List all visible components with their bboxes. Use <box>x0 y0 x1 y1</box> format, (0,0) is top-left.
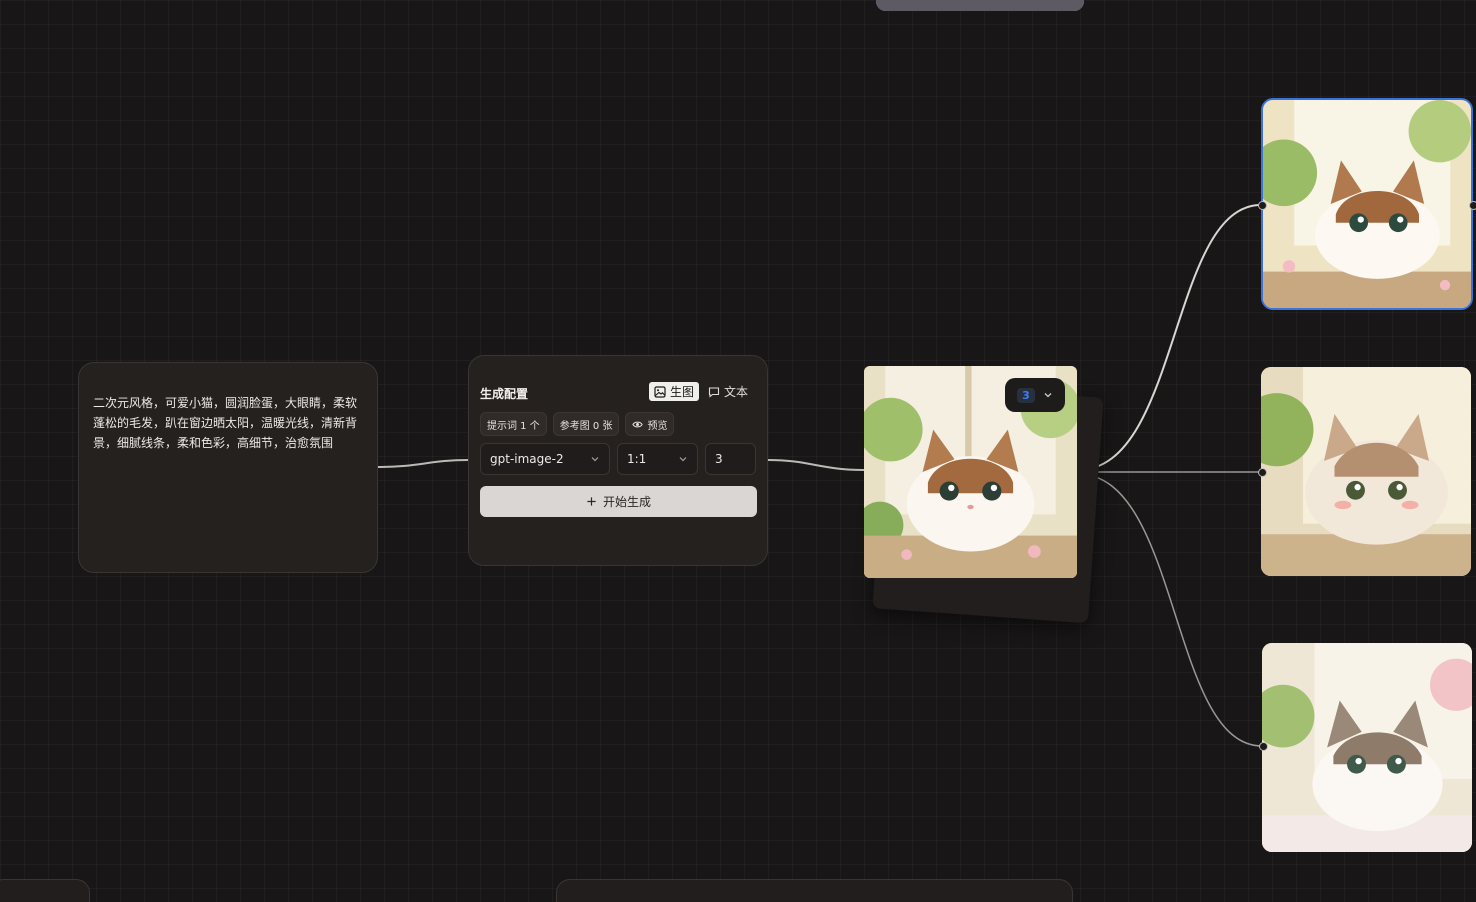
output-image-1[interactable] <box>1261 98 1473 310</box>
output-image-2[interactable] <box>1261 367 1471 576</box>
chat-icon <box>708 386 720 398</box>
output-image-3[interactable] <box>1262 643 1472 852</box>
cat-illustration <box>1262 643 1472 852</box>
config-chips: 提示词 1 个 参考图 0 张 预览 <box>480 412 675 436</box>
input-port[interactable] <box>1258 468 1267 477</box>
image-icon <box>654 385 666 398</box>
aspect-ratio-select[interactable]: 1:1 <box>617 443 698 475</box>
workflow-canvas[interactable]: 二次元风格，可爱小猫，圆润脸蛋，大眼睛，柔软蓬松的毛发，趴在窗边晒太阳，温暖光线… <box>0 0 1476 902</box>
chevron-down-icon <box>679 457 687 462</box>
partial-node-bottom-left[interactable] <box>0 879 90 902</box>
plus-icon <box>587 497 596 506</box>
mode-tabs: 生图 文本 <box>648 382 753 401</box>
generate-label: 开始生成 <box>602 495 651 509</box>
input-port[interactable] <box>1258 201 1267 210</box>
model-select[interactable]: gpt-image-2 <box>480 443 610 475</box>
cat-illustration <box>1263 100 1471 308</box>
tab-image-label: 生图 <box>669 385 694 399</box>
partial-node-bottom-middle[interactable] <box>556 879 1073 902</box>
output-port[interactable] <box>1469 201 1476 210</box>
prompt-text[interactable]: 二次元风格，可爱小猫，圆润脸蛋，大眼睛，柔软蓬松的毛发，趴在窗边晒太阳，温暖光线… <box>93 393 365 453</box>
batch-count-badge: 3 <box>1017 387 1035 403</box>
partial-image-node[interactable] <box>876 0 1084 11</box>
chevron-down-icon <box>591 457 599 462</box>
prompt-node[interactable]: 二次元风格，可爱小猫，圆润脸蛋，大眼睛，柔软蓬松的毛发，趴在窗边晒太阳，温暖光线… <box>78 362 378 573</box>
batch-count-dropdown[interactable]: 3 <box>1005 378 1065 412</box>
tab-image-generation[interactable]: 生图 <box>648 382 699 401</box>
preview-label: 预览 <box>647 420 668 432</box>
prompt-count-label: 提示词 1 个 <box>487 420 540 432</box>
reference-count-chip[interactable]: 参考图 0 张 <box>552 412 620 436</box>
cat-illustration <box>1261 367 1471 576</box>
image-count-input[interactable]: 3 <box>705 443 756 475</box>
prompt-count-chip[interactable]: 提示词 1 个 <box>480 412 547 436</box>
tab-text[interactable]: 文本 <box>703 382 753 401</box>
chevron-down-icon <box>1044 393 1052 398</box>
config-title: 生成配置 <box>480 387 529 401</box>
preview-button[interactable]: 预览 <box>625 412 675 436</box>
input-port[interactable] <box>1259 742 1268 751</box>
ratio-value: 1:1 <box>627 452 647 466</box>
model-value: gpt-image-2 <box>490 452 564 466</box>
image-count-value: 3 <box>715 452 723 466</box>
generation-config-node[interactable]: 生成配置 生图 文本 提示词 1 个 参考图 0 张 预览 gpt-image-… <box>468 355 768 566</box>
config-controls: gpt-image-2 1:1 3 <box>480 443 756 475</box>
start-generate-button[interactable]: 开始生成 <box>480 486 757 517</box>
eye-icon <box>632 421 644 427</box>
reference-count-label: 参考图 0 张 <box>559 420 613 432</box>
tab-text-label: 文本 <box>723 385 748 399</box>
